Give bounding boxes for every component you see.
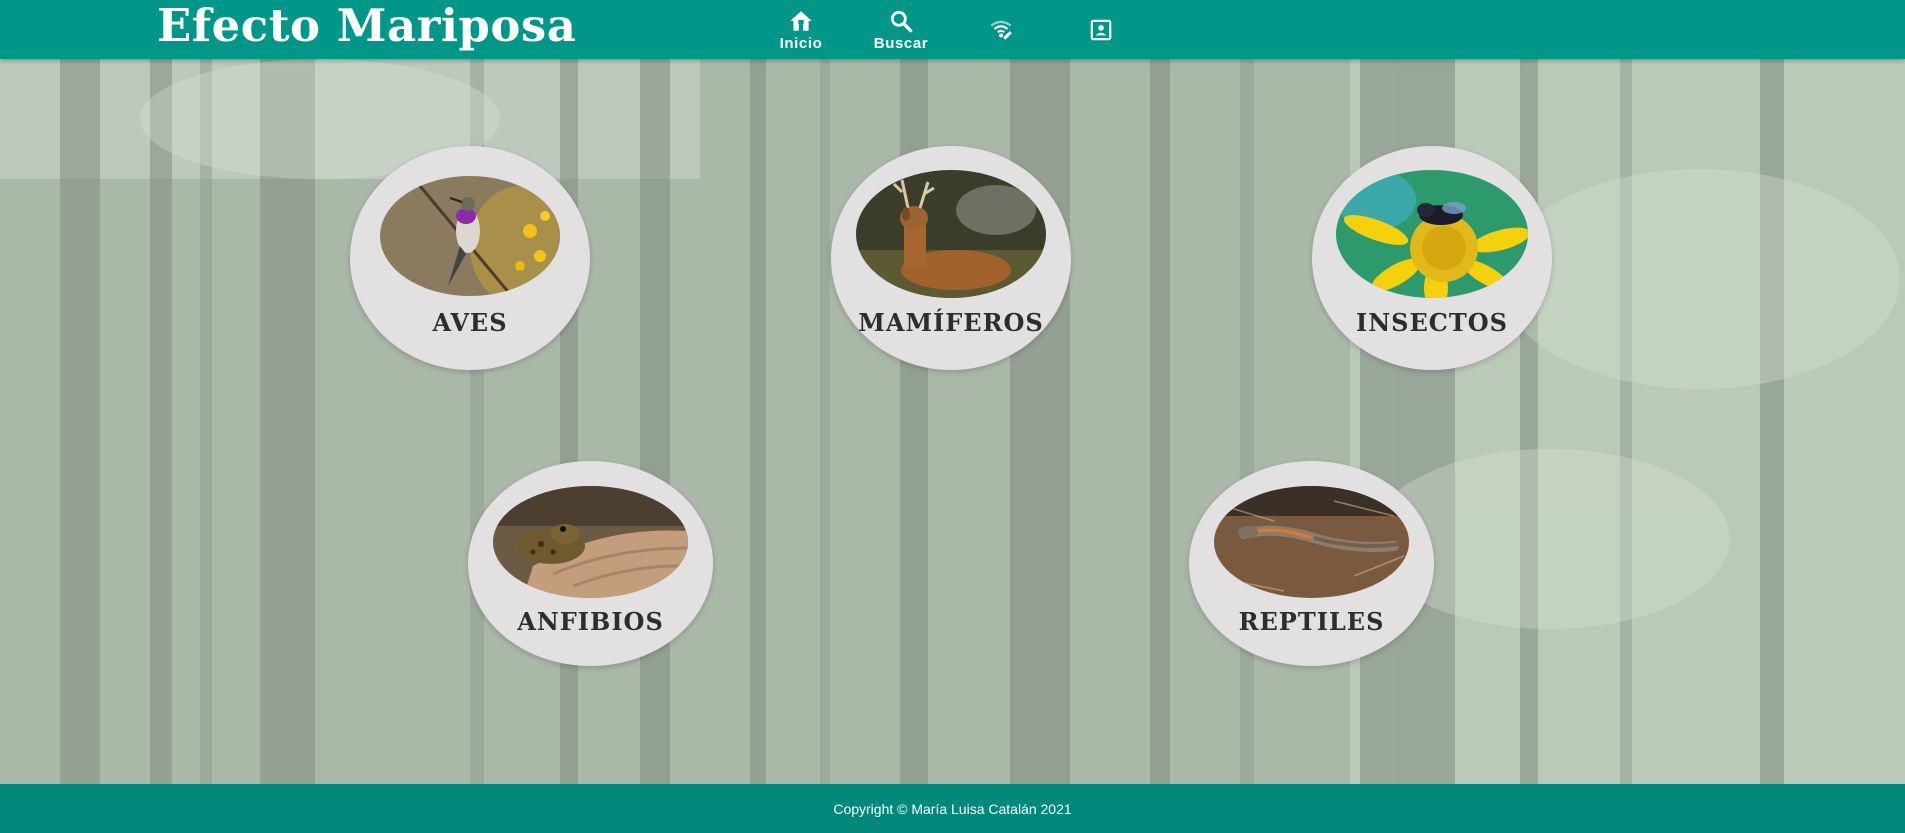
category-label: REPTILES: [1238, 607, 1385, 636]
deer-image: [856, 170, 1046, 298]
footer: Copyright © María Luisa Catalán 2021: [0, 784, 1905, 833]
category-label: AVES: [432, 308, 508, 337]
toad-image: [493, 486, 688, 598]
category-insectos[interactable]: INSECTOS: [1312, 146, 1552, 370]
home-icon: [788, 8, 814, 34]
category-aves[interactable]: AVES: [350, 146, 590, 370]
nav-contact[interactable]: [1080, 0, 1122, 59]
contact-card-icon: [1088, 17, 1114, 43]
category-reptiles[interactable]: REPTILES: [1189, 461, 1434, 666]
category-mamiferos[interactable]: MAMÍFEROS: [831, 146, 1071, 370]
category-label: ANFIBIOS: [517, 607, 664, 636]
hummingbird-image: [380, 176, 560, 296]
lizard-image: [1214, 486, 1409, 598]
bee-on-flower-image: [1336, 170, 1528, 298]
copyright-text: Copyright © María Luisa Catalán 2021: [833, 800, 1072, 817]
nav-buscar[interactable]: Buscar: [870, 0, 932, 59]
nav-connectivity[interactable]: [980, 0, 1022, 59]
category-label: INSECTOS: [1356, 308, 1508, 337]
category-label: MAMÍFEROS: [858, 308, 1044, 337]
nav-inicio-label: Inicio: [779, 34, 823, 52]
category-anfibios[interactable]: ANFIBIOS: [468, 461, 713, 666]
top-navbar: Efecto Mariposa Inicio Buscar: [0, 0, 1905, 59]
nav-buscar-label: Buscar: [873, 34, 929, 52]
site-logo[interactable]: Efecto Mariposa: [157, 2, 576, 50]
wifi-signal-icon: [988, 17, 1014, 43]
nav-inicio[interactable]: Inicio: [775, 0, 827, 59]
search-icon: [888, 8, 914, 34]
